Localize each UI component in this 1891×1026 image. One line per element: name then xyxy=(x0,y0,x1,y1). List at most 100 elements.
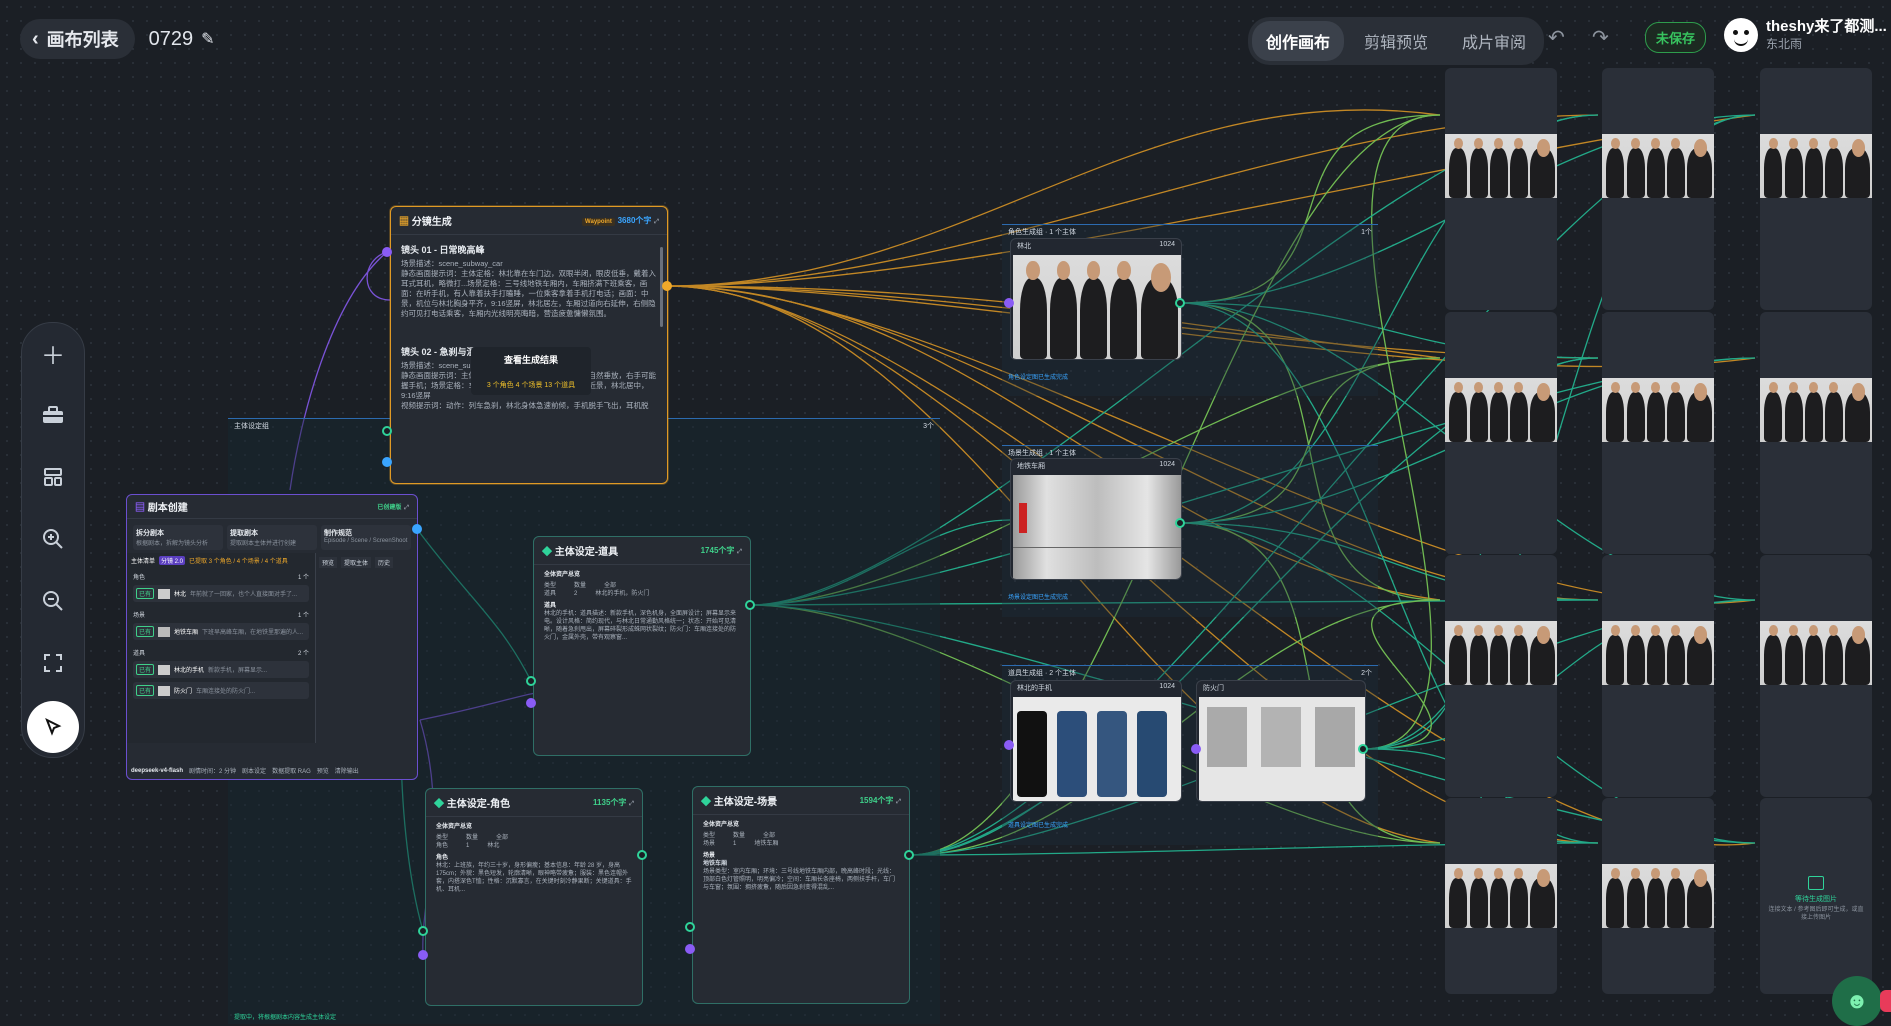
role-image-card[interactable]: 林北 1024 xyxy=(1010,238,1182,360)
save-status-badge[interactable]: 未保存 xyxy=(1645,22,1707,53)
port[interactable] xyxy=(526,676,536,686)
port[interactable] xyxy=(1191,744,1201,754)
preview-action[interactable]: 预览 xyxy=(319,557,338,568)
scene-node-title: 主体设定-场景 xyxy=(713,797,778,808)
col-header: 类型 xyxy=(544,583,557,589)
output-image-card[interactable] xyxy=(1602,68,1714,310)
foot-item[interactable]: 剧本设定 xyxy=(242,766,266,775)
subject-row-prop1[interactable]: 已有 林北的手机 新款手机，屏幕显示... xyxy=(133,661,309,678)
select-cursor-icon[interactable] xyxy=(27,701,79,753)
port[interactable] xyxy=(1175,518,1185,528)
output-image-card[interactable] xyxy=(1445,555,1557,797)
port[interactable] xyxy=(685,922,695,932)
expand-icon[interactable]: ⤢ xyxy=(629,801,634,807)
project-name[interactable]: 0729 xyxy=(149,28,194,51)
subway-car-image xyxy=(1013,475,1181,579)
col-header: 数量 xyxy=(466,835,479,841)
output-image-card[interactable] xyxy=(1445,798,1557,994)
zoom-in-icon[interactable] xyxy=(22,519,84,559)
script-node[interactable]: ▤ 剧本创建 已创建版 ⤢ 拆分剧本 根据剧本，拆解为镜头分析 提取剧本 提取剧… xyxy=(126,494,418,780)
port[interactable] xyxy=(904,850,914,860)
port[interactable] xyxy=(382,457,392,467)
cell: 1 xyxy=(733,841,737,847)
port[interactable] xyxy=(526,698,536,708)
extract-script-option[interactable]: 提取剧本 提取剧本主体并进行创建 xyxy=(227,525,317,550)
foot-item[interactable]: 清除输出 xyxy=(335,766,359,775)
output-image-card[interactable] xyxy=(1445,312,1557,554)
layout-icon[interactable] xyxy=(22,457,84,497)
tab-edit-preview[interactable]: 剪辑预览 xyxy=(1350,21,1442,61)
script-expand-icon[interactable]: ⤢ xyxy=(404,505,409,511)
back-to-canvas-list-button[interactable]: ‹ 画布列表 xyxy=(20,19,135,59)
toolbox-icon[interactable] xyxy=(22,395,84,435)
prop-door-card[interactable]: 防火门 xyxy=(1196,680,1366,802)
port[interactable] xyxy=(418,950,428,960)
port[interactable] xyxy=(685,944,695,954)
character-image xyxy=(1602,134,1714,198)
split-script-option[interactable]: 拆分剧本 根据剧本，拆解为镜头分析 xyxy=(133,525,223,550)
output-image-card[interactable] xyxy=(1760,68,1872,310)
tab-canvas[interactable]: 创作画布 xyxy=(1252,21,1345,61)
foot-item[interactable]: 剧情时间：2 分钟 xyxy=(189,766,236,775)
port[interactable] xyxy=(745,600,755,610)
col-header: 类型 xyxy=(703,833,716,839)
subject-scene-node[interactable]: ◆ 主体设定-场景 1594个字 ⤢ 全体资产总览 类型 数量 全部 场景 1 … xyxy=(692,786,910,1004)
port[interactable] xyxy=(1358,744,1368,754)
expand-icon[interactable]: ⤢ xyxy=(654,219,659,225)
scene-caption: 场景设定图已生成完成 xyxy=(1008,595,1069,601)
model-select[interactable]: deepseek-v4-flash xyxy=(131,768,183,774)
script-icon: ▤ xyxy=(135,503,145,514)
subject-tab-shot[interactable]: 分镜 2.0 xyxy=(159,556,186,565)
empty-image-card[interactable]: 等待生成图片 连接文本 / 参考图后即可生成，或直接上传图片 xyxy=(1760,798,1872,994)
role-item-name: 林北 xyxy=(1017,243,1031,250)
view-result-button[interactable]: 查看生成结果 xyxy=(471,353,591,366)
shot-generation-node[interactable]: ▦ 分镜生成 Waypoint 3680个字 ⤢ 镜头 01 - 日常晚高峰 场… xyxy=(390,206,668,484)
subject-row-role[interactable]: 已有 林北 年前就了一回家，也个人直接面对手了... xyxy=(133,585,309,602)
subject-prop-node[interactable]: ◆ 主体设定-道具 1745个字 ⤢ 全体资产总览 类型 数量 全部 道具 2 … xyxy=(533,536,751,756)
output-image-card[interactable] xyxy=(1602,312,1714,554)
spec-option[interactable]: 制作规范 Episode / Scene / ScreenShoot xyxy=(321,525,411,550)
expand-icon[interactable]: ⤢ xyxy=(896,799,901,805)
fit-icon[interactable] xyxy=(22,643,84,683)
output-image-card[interactable] xyxy=(1760,555,1872,797)
subject-list-panel[interactable]: 主体清单 分镜 2.0 已提取 3 个角色 / 4 个场景 / 4 个道具 角色… xyxy=(127,553,316,743)
port[interactable] xyxy=(1004,740,1014,750)
subject-row-scene[interactable]: 已有 地铁车厢 下班早高峰车厢，在地铁里那遍的人... xyxy=(133,623,309,640)
output-image-card[interactable] xyxy=(1602,798,1714,994)
user-menu[interactable]: theshy来了都测... 东北雨 xyxy=(1724,18,1887,52)
output-image-card[interactable] xyxy=(1760,312,1872,554)
port[interactable] xyxy=(382,247,392,257)
undo-icon[interactable]: ↶ xyxy=(1548,25,1565,50)
foot-item[interactable]: 预览 xyxy=(317,766,329,775)
port[interactable] xyxy=(1175,298,1185,308)
subject-tab-list[interactable]: 主体清单 xyxy=(131,556,155,565)
add-icon[interactable]: ＋ xyxy=(22,333,84,373)
output-image-card[interactable] xyxy=(1602,555,1714,797)
zoom-out-icon[interactable] xyxy=(22,581,84,621)
port[interactable] xyxy=(382,426,392,436)
subject-role-node[interactable]: ◆ 主体设定-角色 1135个字 ⤢ 全体资产总览 类型 数量 全部 角色 1 … xyxy=(425,788,643,1006)
script-title: 剧本创建 xyxy=(147,503,188,514)
role-body-text: 林北：上班族，年约三十岁，身形偏瘦；基本信息：年龄 28 岁，身高 175cm；… xyxy=(436,863,632,893)
output-image-card[interactable] xyxy=(1445,68,1557,310)
history-action[interactable]: 历史 xyxy=(375,557,394,568)
port[interactable] xyxy=(412,524,422,534)
edit-icon[interactable]: ✎ xyxy=(201,29,214,49)
expand-icon[interactable]: ⤢ xyxy=(737,549,742,555)
redo-icon[interactable]: ↷ xyxy=(1592,25,1609,50)
result-popup[interactable]: 查看生成结果 3 个角色 4 个场景 13 个道具 xyxy=(471,347,591,395)
scene-image-card[interactable]: 地铁车厢 1024 xyxy=(1010,458,1182,580)
port[interactable] xyxy=(418,926,428,936)
tab-final-review[interactable]: 成片审阅 xyxy=(1448,21,1540,61)
character-image xyxy=(1760,621,1872,685)
script-tag: 已创建版 xyxy=(377,505,402,511)
opt1-sub: 根据剧本，拆解为镜头分析 xyxy=(136,541,209,547)
foot-item[interactable]: 数据提取 RAG xyxy=(272,766,311,775)
prop-phone-card[interactable]: 林北的手机 1024 xyxy=(1010,680,1182,802)
port[interactable] xyxy=(662,281,672,291)
extract-action[interactable]: 提取主体 xyxy=(341,557,372,568)
assistant-icon[interactable]: ☻ xyxy=(1832,976,1882,1026)
subject-row-prop2[interactable]: 已有 防火门 车厢连接处的防火门... xyxy=(133,682,309,699)
port[interactable] xyxy=(1004,298,1014,308)
port[interactable] xyxy=(637,850,647,860)
